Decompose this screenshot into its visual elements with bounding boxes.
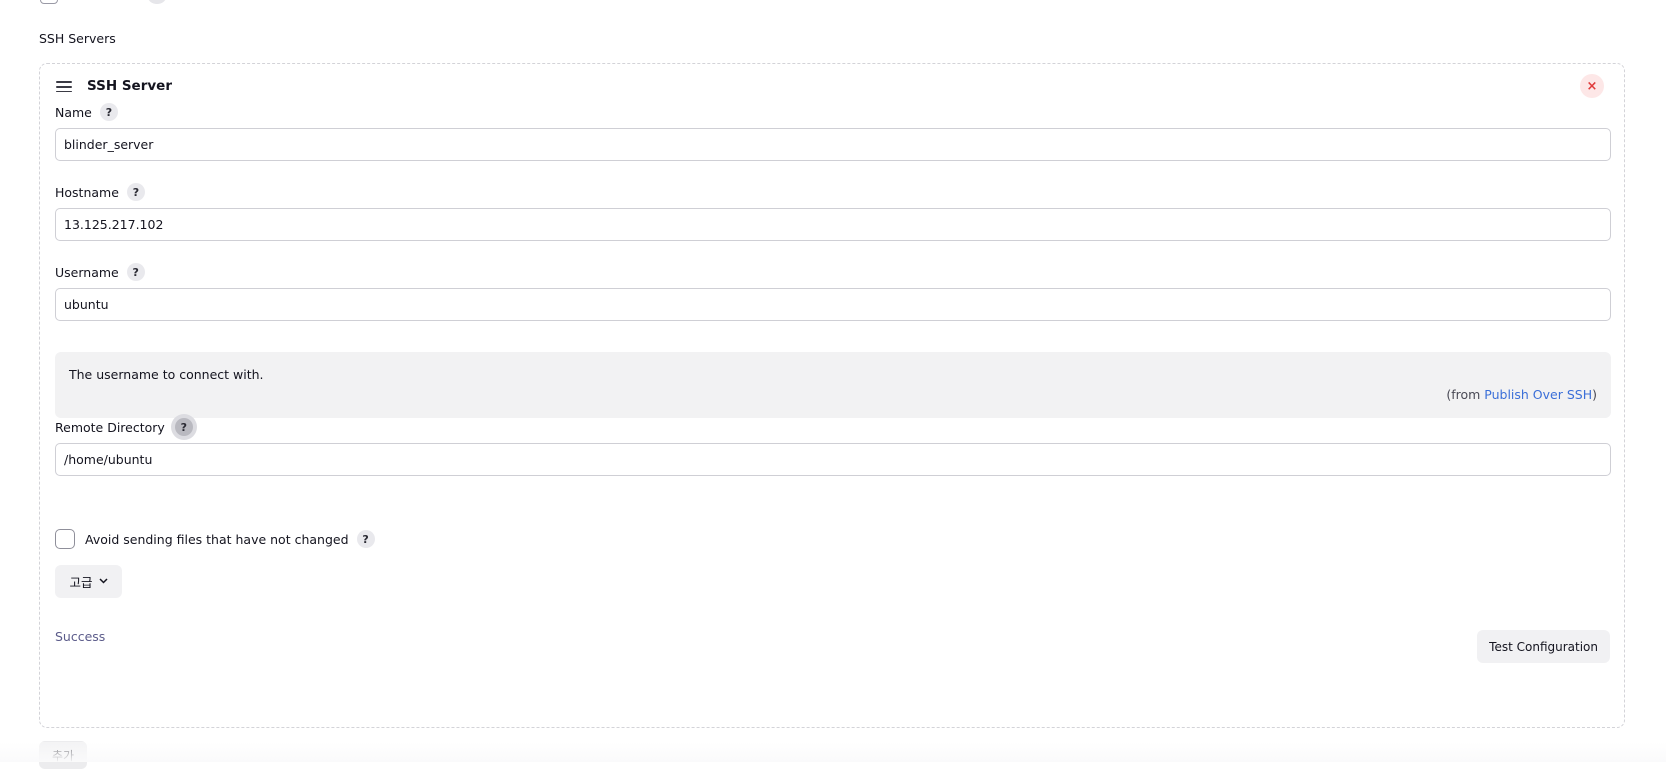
add-server-button[interactable]: 추가 bbox=[39, 741, 87, 769]
remote-directory-label-text: Remote Directory bbox=[55, 419, 165, 435]
plugin-link[interactable]: Publish Over SSH bbox=[1484, 387, 1592, 402]
help-icon[interactable]: ? bbox=[126, 263, 145, 281]
hostname-input[interactable] bbox=[55, 208, 1611, 241]
bottom-fade bbox=[0, 742, 1666, 762]
advanced-button[interactable]: 고급 bbox=[55, 565, 122, 598]
hostname-label: Hostname ? bbox=[55, 183, 145, 201]
name-label: Name ? bbox=[55, 103, 118, 121]
remote-directory-label: Remote Directory ? bbox=[55, 418, 193, 436]
test-configuration-button[interactable]: Test Configuration bbox=[1477, 630, 1610, 663]
section-title: SSH Servers bbox=[39, 31, 116, 46]
username-input[interactable] bbox=[55, 288, 1611, 321]
help-icon[interactable]: ? bbox=[174, 418, 193, 436]
username-label: Username ? bbox=[55, 263, 145, 281]
advanced-label: 고급 bbox=[69, 575, 93, 590]
avoid-unchanged-label: Avoid sending files that have not change… bbox=[85, 531, 349, 547]
help-source: (from Publish Over SSH) bbox=[1446, 387, 1597, 402]
previous-option-checkbox[interactable] bbox=[40, 0, 58, 4]
avoid-unchanged-checkbox[interactable] bbox=[55, 529, 75, 549]
drag-handle-icon[interactable] bbox=[56, 81, 72, 93]
name-input[interactable] bbox=[55, 128, 1611, 161]
help-icon[interactable]: ? bbox=[356, 530, 375, 548]
help-text: The username to connect with. bbox=[69, 367, 264, 382]
help-icon[interactable]: ? bbox=[126, 183, 145, 201]
help-source-prefix: (from bbox=[1446, 387, 1485, 402]
ssh-server-card: SSH Server × Name ? Hostname ? Username … bbox=[39, 63, 1625, 728]
help-source-suffix: ) bbox=[1592, 387, 1597, 402]
username-help-panel: The username to connect with. (from Publ… bbox=[55, 352, 1611, 418]
card-title: SSH Server bbox=[87, 78, 172, 94]
hostname-label-text: Hostname bbox=[55, 184, 119, 200]
chevron-down-icon bbox=[98, 576, 108, 587]
help-icon[interactable]: ? bbox=[99, 103, 118, 121]
remove-server-button[interactable]: × bbox=[1580, 74, 1604, 98]
name-label-text: Name bbox=[55, 104, 92, 120]
close-icon: × bbox=[1586, 78, 1598, 94]
username-label-text: Username bbox=[55, 264, 119, 280]
avoid-unchanged-row: Avoid sending files that have not change… bbox=[55, 529, 375, 549]
help-icon[interactable] bbox=[148, 0, 166, 4]
remote-directory-input[interactable] bbox=[55, 443, 1611, 476]
test-status: Success bbox=[55, 629, 106, 644]
